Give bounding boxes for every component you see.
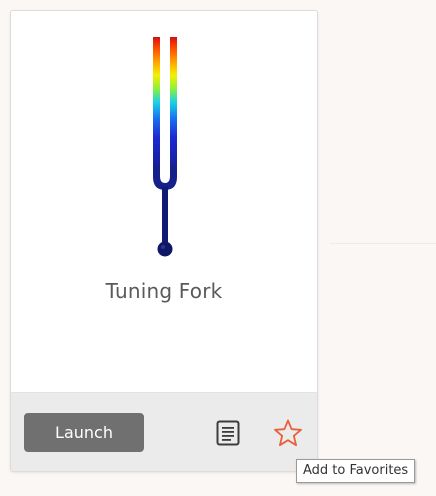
- launch-button[interactable]: Launch: [24, 413, 144, 452]
- add-to-favorites-button[interactable]: [273, 418, 303, 448]
- tooltip: Add to Favorites: [296, 459, 416, 483]
- app-thumbnail[interactable]: [11, 11, 317, 271]
- document-icon: [216, 420, 240, 446]
- divider: [330, 243, 436, 244]
- tuning-fork-icon: [153, 37, 177, 257]
- star-outline-icon: [274, 419, 302, 447]
- documentation-button[interactable]: [216, 420, 240, 446]
- app-title: Tuning Fork: [105, 279, 223, 303]
- app-card[interactable]: Tuning Fork Launch: [10, 10, 318, 472]
- card-footer: Launch: [11, 392, 317, 471]
